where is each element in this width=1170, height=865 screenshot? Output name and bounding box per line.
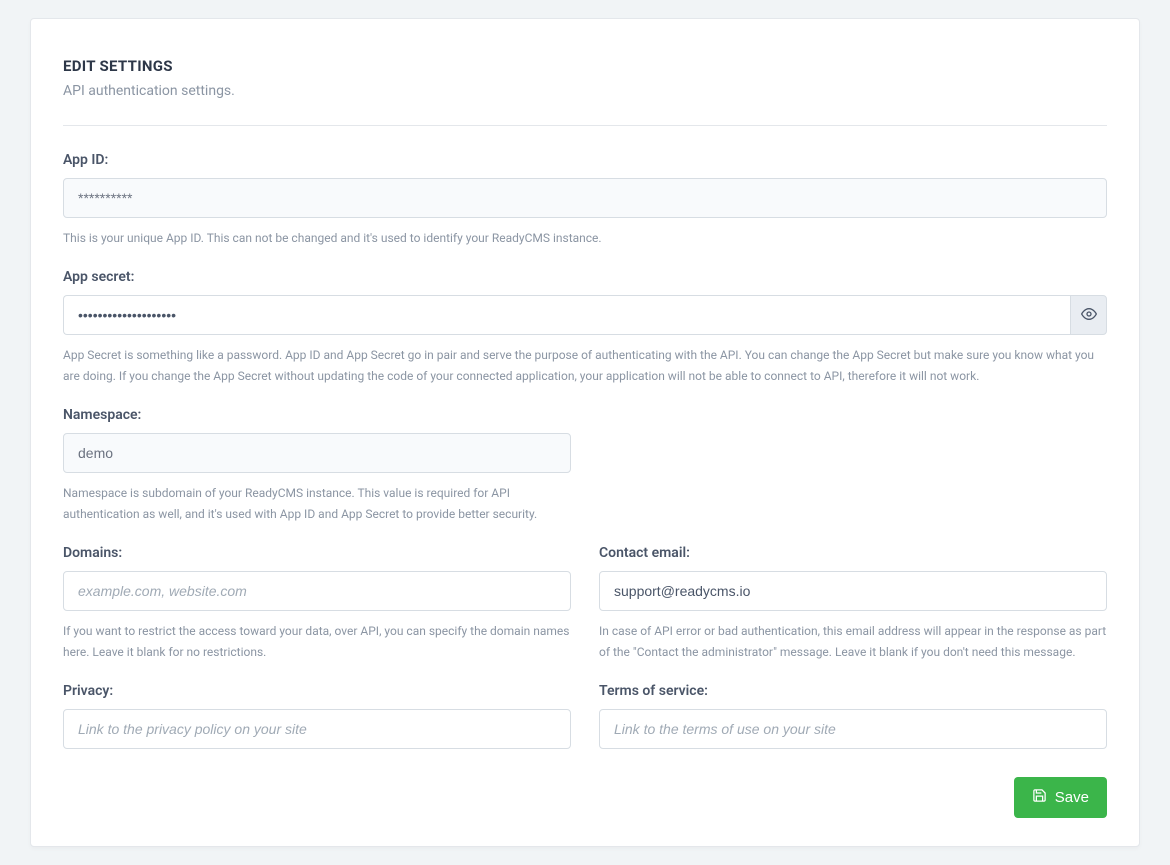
eye-icon bbox=[1081, 306, 1097, 325]
app-id-input bbox=[63, 178, 1107, 218]
form-group-contact-email: Contact email: In case of API error or b… bbox=[599, 545, 1107, 663]
privacy-label: Privacy: bbox=[63, 683, 571, 699]
app-secret-label: App secret: bbox=[63, 269, 1107, 285]
form-group-privacy: Privacy: bbox=[63, 683, 571, 749]
contact-email-help: In case of API error or bad authenticati… bbox=[599, 621, 1107, 663]
save-icon bbox=[1032, 788, 1047, 807]
privacy-input[interactable] bbox=[63, 709, 571, 749]
namespace-label: Namespace: bbox=[63, 407, 571, 423]
page-title: EDIT SETTINGS bbox=[63, 57, 1107, 75]
form-group-app-secret: App secret: App Secret is something like… bbox=[63, 269, 1107, 387]
form-group-terms: Terms of service: bbox=[599, 683, 1107, 749]
domains-help: If you want to restrict the access towar… bbox=[63, 621, 571, 663]
form-group-namespace: Namespace: Namespace is subdomain of you… bbox=[63, 407, 571, 525]
contact-email-input[interactable] bbox=[599, 571, 1107, 611]
form-group-domains: Domains: If you want to restrict the acc… bbox=[63, 545, 571, 663]
namespace-input bbox=[63, 433, 571, 473]
app-id-label: App ID: bbox=[63, 152, 1107, 168]
app-secret-input[interactable] bbox=[63, 295, 1070, 335]
settings-card: EDIT SETTINGS API authentication setting… bbox=[30, 18, 1140, 847]
save-button-label: Save bbox=[1055, 789, 1089, 806]
app-secret-help: App Secret is something like a password.… bbox=[63, 345, 1107, 387]
terms-input[interactable] bbox=[599, 709, 1107, 749]
save-button[interactable]: Save bbox=[1014, 777, 1107, 818]
app-id-help: This is your unique App ID. This can not… bbox=[63, 228, 1107, 249]
contact-email-label: Contact email: bbox=[599, 545, 1107, 561]
page-subtitle: API authentication settings. bbox=[63, 83, 1107, 99]
form-group-app-id: App ID: This is your unique App ID. This… bbox=[63, 152, 1107, 249]
namespace-help: Namespace is subdomain of your ReadyCMS … bbox=[63, 483, 571, 525]
terms-label: Terms of service: bbox=[599, 683, 1107, 699]
divider bbox=[63, 125, 1107, 126]
domains-label: Domains: bbox=[63, 545, 571, 561]
domains-input[interactable] bbox=[63, 571, 571, 611]
reveal-secret-button[interactable] bbox=[1070, 295, 1107, 335]
actions-bar: Save bbox=[63, 777, 1107, 818]
